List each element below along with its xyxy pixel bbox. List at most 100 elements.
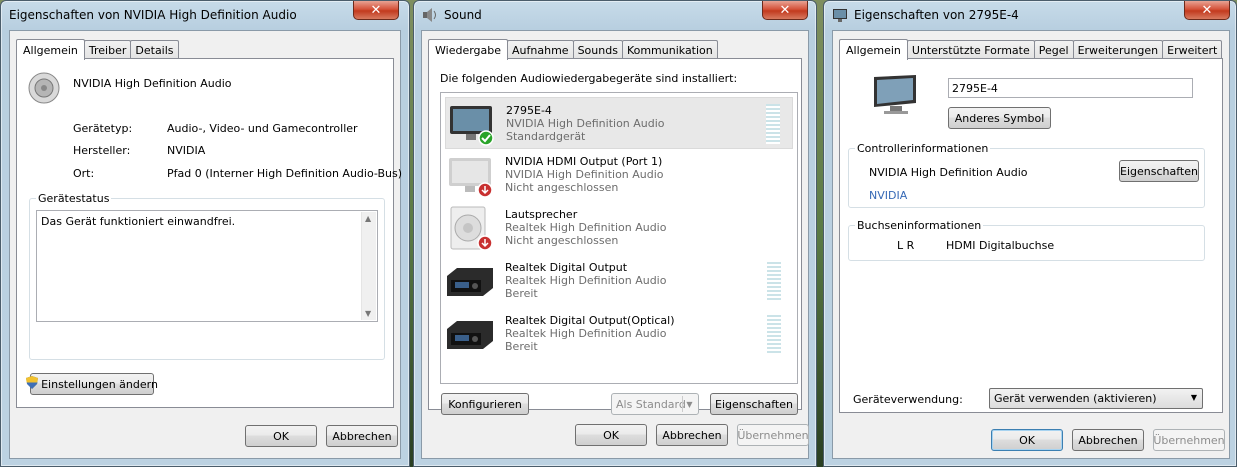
chevron-down-icon: ▼ bbox=[1190, 393, 1197, 402]
jack-type: HDMI Digitalbuchse bbox=[946, 239, 1055, 252]
tab-panel: Die folgenden Audiowiedergabegeräte sind… bbox=[428, 58, 802, 415]
change-icon-button[interactable]: Anderes Symbol bbox=[948, 107, 1051, 129]
tab-allgemein[interactable]: Allgemein bbox=[16, 39, 85, 60]
chevron-down-icon: ▼ bbox=[682, 396, 696, 412]
device-name: Lautsprecher bbox=[505, 208, 578, 221]
tab-panel: 2795E-4 Anderes Symbol Controllerinforma… bbox=[839, 58, 1223, 413]
device-name: Realtek Digital Output bbox=[505, 261, 628, 274]
intro-text: Die folgenden Audiowiedergabegeräte sind… bbox=[440, 72, 738, 85]
tab-strip: Wiedergabe Aufnahme Sounds Kommunikation bbox=[428, 38, 718, 60]
device-properties-window: Eigenschaften von NVIDIA High Definition… bbox=[0, 0, 410, 467]
window-title: Eigenschaften von 2795E-4 bbox=[854, 8, 1019, 22]
speaker-icon bbox=[27, 71, 61, 108]
cancel-button[interactable]: Abbrechen bbox=[326, 425, 398, 447]
device-row[interactable]: 2795E-4 NVIDIA High Definition Audio Sta… bbox=[445, 97, 793, 149]
tab-sounds[interactable]: Sounds bbox=[572, 40, 623, 59]
device-driver: Realtek High Definition Audio bbox=[505, 274, 667, 287]
device-name-input[interactable]: 2795E-4 bbox=[948, 78, 1193, 98]
status-group-label: Gerätestatus bbox=[36, 192, 112, 205]
scroll-down-icon[interactable]: ▼ bbox=[365, 309, 371, 318]
usage-label: Geräteverwendung: bbox=[853, 393, 963, 406]
tab-pegel[interactable]: Pegel bbox=[1033, 40, 1074, 59]
cancel-button[interactable]: Abbrechen bbox=[1072, 429, 1144, 451]
usage-value: Gerät verwenden (aktivieren) bbox=[994, 392, 1157, 405]
status-text: Das Gerät funktioniert einwandfrei. bbox=[41, 215, 236, 228]
scroll-up-icon[interactable]: ▲ bbox=[365, 214, 371, 223]
window-title: Eigenschaften von NVIDIA High Definition… bbox=[9, 8, 297, 22]
change-settings-label: Einstellungen ändern bbox=[41, 377, 158, 391]
tab-strip: Allgemein Treiber Details bbox=[16, 38, 179, 60]
prop-label-type: Gerätetyp: bbox=[73, 122, 133, 135]
prop-value-manufacturer: NVIDIA bbox=[167, 144, 206, 157]
speaker-icon bbox=[445, 205, 495, 256]
ok-button[interactable]: OK bbox=[245, 425, 317, 447]
window-title: Sound bbox=[444, 8, 482, 22]
volume-meter bbox=[766, 104, 780, 144]
controller-group-label: Controllerinformationen bbox=[855, 142, 991, 155]
titlebar[interactable]: Eigenschaften von 2795E-4 bbox=[824, 1, 1236, 29]
controller-properties-button[interactable]: Eigenschaften bbox=[1119, 160, 1199, 182]
close-button[interactable]: ✕ bbox=[762, 1, 808, 20]
tab-erweitert[interactable]: Erweitert bbox=[1162, 40, 1223, 59]
receiver-icon bbox=[445, 262, 495, 305]
apply-button[interactable]: Übernehmen bbox=[1153, 429, 1225, 451]
device-row[interactable]: NVIDIA HDMI Output (Port 1) NVIDIA High … bbox=[445, 150, 793, 202]
monitor-icon bbox=[872, 73, 920, 120]
device-row[interactable]: Lautsprecher Realtek High Definition Aud… bbox=[445, 203, 793, 255]
tab-erweiterungen[interactable]: Erweiterungen bbox=[1072, 40, 1164, 59]
change-settings-button[interactable]: Einstellungen ändern bbox=[26, 373, 158, 395]
device-driver: NVIDIA High Definition Audio bbox=[506, 117, 665, 130]
hdmi-monitor-icon bbox=[445, 154, 495, 201]
receiver-icon bbox=[445, 315, 495, 358]
monitor-icon bbox=[832, 7, 848, 23]
tab-allgemein[interactable]: Allgemein bbox=[839, 39, 908, 60]
device-driver: Realtek High Definition Audio bbox=[505, 327, 667, 340]
close-button[interactable]: ✕ bbox=[353, 1, 399, 20]
shield-icon bbox=[26, 376, 39, 392]
tab-panel: NVIDIA High Definition Audio Gerätetyp: … bbox=[16, 58, 402, 408]
cancel-button[interactable]: Abbrechen bbox=[656, 424, 728, 446]
controller-vendor-link[interactable]: NVIDIA bbox=[869, 189, 907, 202]
tab-strip: Allgemein Unterstützte Formate Pegel Erw… bbox=[839, 38, 1223, 60]
device-status: Nicht angeschlossen bbox=[505, 181, 619, 194]
titlebar[interactable]: Sound bbox=[414, 1, 816, 29]
controller-name: NVIDIA High Definition Audio bbox=[869, 166, 1028, 179]
tab-kommunikation[interactable]: Kommunikation bbox=[621, 40, 718, 59]
sound-window: Sound ✕ Wiedergabe Aufnahme Sounds Kommu… bbox=[413, 0, 817, 467]
sound-icon bbox=[422, 7, 438, 23]
status-scrollbar[interactable]: ▲ ▼ bbox=[361, 212, 376, 320]
device-name: NVIDIA High Definition Audio bbox=[73, 77, 232, 90]
device-driver: Realtek High Definition Audio bbox=[505, 221, 667, 234]
tab-aufnahme[interactable]: Aufnahme bbox=[507, 40, 574, 59]
set-default-label: Als Standard bbox=[616, 397, 686, 411]
device-status: Standardgerät bbox=[506, 130, 586, 143]
usage-select[interactable]: Gerät verwenden (aktivieren) ▼ bbox=[989, 388, 1203, 409]
device-row[interactable]: Realtek Digital Output(Optical) Realtek … bbox=[445, 309, 793, 361]
tab-treiber[interactable]: Treiber bbox=[83, 40, 132, 59]
jack-group: Buchseninformationen L R HDMI Digitalbuc… bbox=[848, 219, 1205, 261]
prop-value-type: Audio-, Video- und Gamecontroller bbox=[167, 122, 358, 135]
jack-group-label: Buchseninformationen bbox=[855, 219, 984, 232]
properties-button[interactable]: Eigenschaften bbox=[710, 393, 798, 415]
device-list[interactable]: 2795E-4 NVIDIA High Definition Audio Sta… bbox=[440, 92, 798, 384]
status-textbox[interactable]: Das Gerät funktioniert einwandfrei. ▲ ▼ bbox=[36, 210, 378, 322]
device-name: 2795E-4 bbox=[506, 104, 552, 117]
tab-wiedergabe[interactable]: Wiedergabe bbox=[428, 39, 509, 60]
ok-button[interactable]: OK bbox=[991, 429, 1063, 451]
titlebar[interactable]: Eigenschaften von NVIDIA High Definition… bbox=[1, 1, 409, 29]
tab-details[interactable]: Details bbox=[130, 40, 179, 59]
close-button[interactable]: ✕ bbox=[1184, 1, 1230, 20]
device-row[interactable]: Realtek Digital Output Realtek High Defi… bbox=[445, 256, 793, 308]
configure-button[interactable]: Konfigurieren bbox=[441, 393, 529, 415]
device-status: Bereit bbox=[505, 287, 538, 300]
tab-supported-formats[interactable]: Unterstützte Formate bbox=[906, 40, 1035, 59]
client-area: Allgemein Unterstützte Formate Pegel Erw… bbox=[832, 30, 1230, 459]
apply-button[interactable]: Übernehmen bbox=[737, 424, 809, 446]
device-status: Nicht angeschlossen bbox=[505, 234, 619, 247]
set-default-dropdown[interactable]: Als Standard ▼ bbox=[611, 393, 699, 415]
prop-label-location: Ort: bbox=[73, 167, 95, 180]
device-name-value: 2795E-4 bbox=[952, 82, 998, 95]
device-name: NVIDIA HDMI Output (Port 1) bbox=[505, 155, 663, 168]
client-area: Allgemein Treiber Details NVIDIA High De… bbox=[9, 30, 402, 459]
ok-button[interactable]: OK bbox=[575, 424, 647, 446]
